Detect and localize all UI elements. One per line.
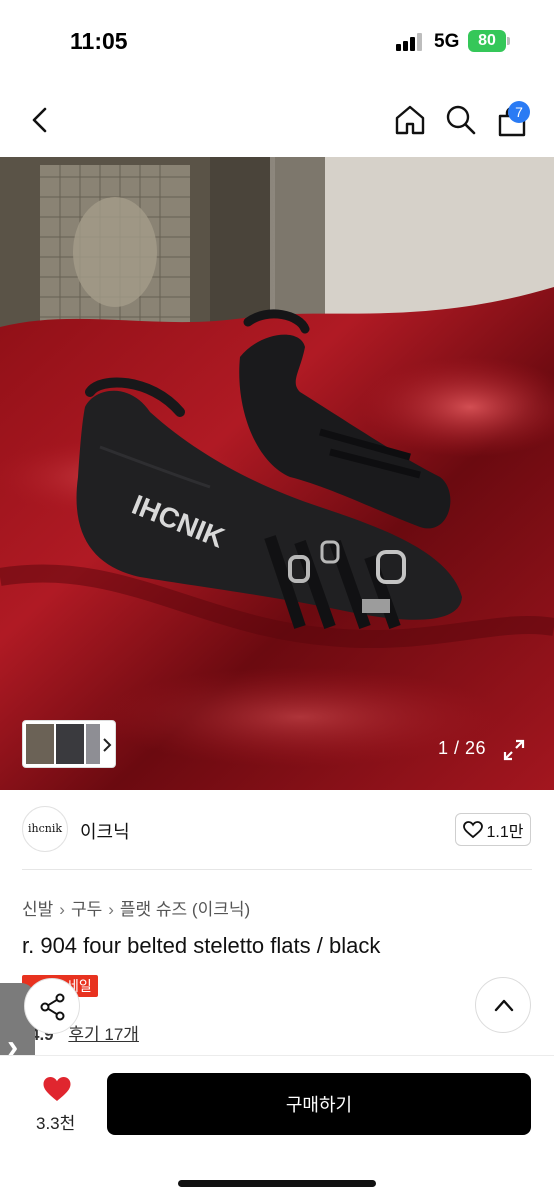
battery-tip bbox=[507, 37, 510, 45]
expand-icon[interactable] bbox=[503, 739, 525, 761]
home-icon[interactable] bbox=[394, 104, 426, 136]
home-indicator bbox=[178, 1180, 376, 1187]
chevron-up-icon bbox=[494, 999, 514, 1012]
heart-filled-icon[interactable] bbox=[42, 1075, 72, 1103]
network-type: 5G bbox=[434, 31, 460, 52]
breadcrumb-item-dress-shoes[interactable]: 구두 bbox=[71, 900, 102, 919]
search-icon[interactable] bbox=[445, 104, 477, 136]
breadcrumb-separator-icon: › bbox=[59, 900, 65, 919]
brand-logo[interactable]: ihcnik bbox=[22, 806, 68, 852]
thumbnail-3[interactable] bbox=[86, 724, 100, 764]
heart-outline-icon bbox=[462, 820, 483, 838]
share-icon bbox=[40, 993, 65, 1021]
chevron-right-icon[interactable] bbox=[101, 736, 113, 754]
battery-indicator: 80 bbox=[468, 30, 506, 52]
image-counter: 1 / 26 bbox=[438, 738, 487, 758]
wish-count: 3.3천 bbox=[36, 1114, 76, 1133]
top-nav bbox=[0, 80, 554, 157]
breadcrumb: 신발 › 구두 › 플랫 슈즈 (이크닉) bbox=[22, 895, 250, 920]
brand-like-button[interactable]: 1.1만 bbox=[455, 813, 531, 846]
product-image[interactable]: IHCNIK bbox=[0, 157, 554, 790]
brand-like-count: 1.1만 bbox=[486, 823, 524, 841]
thumbnail-1[interactable] bbox=[26, 724, 54, 764]
breadcrumb-item-shoes[interactable]: 신발 bbox=[22, 900, 53, 919]
divider bbox=[22, 869, 532, 870]
brand-name[interactable]: 이크닉 bbox=[80, 818, 130, 844]
product-title: r. 904 four belted steletto flats / blac… bbox=[22, 933, 381, 958]
thumbnail-2[interactable] bbox=[56, 724, 84, 764]
thumbnail-strip[interactable] bbox=[22, 720, 116, 768]
breadcrumb-item-flat-shoes[interactable]: 플랫 슈즈 (이크닉) bbox=[120, 900, 250, 919]
scroll-to-top-button[interactable] bbox=[475, 977, 531, 1033]
breadcrumb-separator-icon: › bbox=[108, 900, 114, 919]
back-chevron-icon[interactable] bbox=[28, 106, 52, 134]
share-button[interactable] bbox=[24, 978, 80, 1034]
review-link[interactable]: 후기 17개 bbox=[68, 1025, 139, 1044]
cellular-signal-icon bbox=[396, 33, 426, 51]
status-time: 11:05 bbox=[70, 28, 128, 54]
buy-button[interactable]: 구매하기 bbox=[107, 1073, 531, 1135]
cart-count-badge: 7 bbox=[508, 101, 530, 123]
status-bar: 11:05 5G 80 bbox=[0, 0, 554, 80]
